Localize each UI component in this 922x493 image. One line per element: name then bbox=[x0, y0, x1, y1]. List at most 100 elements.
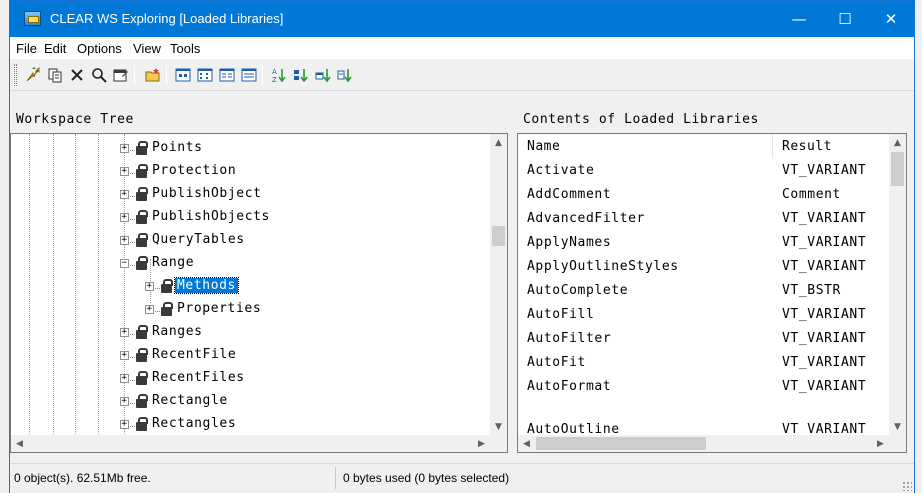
tree-expander[interactable]: + bbox=[120, 351, 129, 360]
list-item[interactable]: AutoFill VT_VARIANT bbox=[518, 303, 890, 327]
sort-az-icon[interactable]: AZ bbox=[270, 66, 288, 84]
scroll-down-arrow-icon[interactable]: ▼ bbox=[889, 418, 906, 435]
contents-list[interactable]: Name Result Activate VT_VARIANT AddComme… bbox=[517, 133, 907, 453]
maximize-button[interactable]: ☐ bbox=[822, 1, 868, 37]
item-name: AutoFormat bbox=[527, 379, 612, 394]
delete-icon[interactable] bbox=[68, 66, 86, 84]
list-item[interactable]: AutoFit VT_VARIANT bbox=[518, 351, 890, 375]
tree-item-points[interactable]: + Points bbox=[11, 138, 481, 160]
library-node-icon bbox=[155, 302, 173, 316]
tree-expander[interactable]: + bbox=[120, 144, 129, 153]
resize-grip-icon[interactable] bbox=[902, 481, 912, 491]
tree-item-methods[interactable]: + Methods bbox=[11, 276, 481, 298]
tree-expander[interactable]: − bbox=[120, 259, 129, 268]
tree-horizontal-scrollbar[interactable]: ◀ ▶ bbox=[11, 435, 507, 452]
scroll-thumb[interactable] bbox=[536, 437, 706, 450]
svg-text:A: A bbox=[272, 68, 277, 76]
tree-item-label: Rectangle bbox=[152, 393, 228, 408]
tree-item-label: Properties bbox=[177, 301, 262, 316]
menu-options[interactable]: Options bbox=[77, 41, 122, 56]
minimize-button[interactable]: — bbox=[776, 1, 822, 37]
tree-expander[interactable]: + bbox=[145, 305, 154, 314]
menu-edit[interactable]: Edit bbox=[44, 41, 66, 56]
tree-item-recentfiles[interactable]: + RecentFiles bbox=[11, 368, 481, 390]
list-item[interactable]: ApplyNames VT_VARIANT bbox=[518, 231, 890, 255]
item-name: AdvancedFilter bbox=[527, 211, 645, 226]
tree-expander[interactable]: + bbox=[120, 397, 129, 406]
status-objects: 0 object(s). 62.51Mb free. bbox=[14, 471, 151, 485]
scroll-down-arrow-icon[interactable]: ▼ bbox=[490, 418, 507, 435]
list-item[interactable]: AdvancedFilter VT_VARIANT bbox=[518, 207, 890, 231]
scroll-left-arrow-icon[interactable]: ◀ bbox=[11, 435, 28, 452]
list-item[interactable]: AutoFormat VT_VARIANT bbox=[518, 375, 890, 399]
menu-tools[interactable]: Tools bbox=[170, 41, 200, 56]
list-item[interactable]: ApplyOutlineStyles VT_VARIANT bbox=[518, 255, 890, 279]
large-icons-view-icon[interactable] bbox=[174, 66, 192, 84]
tree-item-properties[interactable]: + Properties bbox=[11, 299, 481, 321]
svg-text:Z: Z bbox=[272, 76, 277, 83]
scroll-left-arrow-icon[interactable]: ◀ bbox=[518, 435, 535, 452]
tree-item-rectangles[interactable]: + Rectangles bbox=[11, 414, 481, 436]
column-header-result[interactable]: Result bbox=[773, 134, 890, 158]
tree-expander[interactable]: + bbox=[145, 282, 154, 291]
item-name: AutoOutline bbox=[527, 422, 620, 435]
toolbar-grip[interactable] bbox=[14, 64, 17, 86]
scroll-right-arrow-icon[interactable]: ▶ bbox=[872, 435, 889, 452]
tree-expander[interactable]: + bbox=[120, 328, 129, 337]
tree-item-querytables[interactable]: + QueryTables bbox=[11, 230, 481, 252]
list-view-icon[interactable] bbox=[218, 66, 236, 84]
up-folder-icon[interactable] bbox=[24, 66, 42, 84]
properties-icon[interactable] bbox=[112, 66, 130, 84]
status-separator bbox=[335, 467, 336, 489]
tree-expander[interactable]: + bbox=[120, 236, 129, 245]
sort-type-icon[interactable] bbox=[292, 66, 310, 84]
sort-size-icon[interactable] bbox=[314, 66, 332, 84]
toolbar-separator bbox=[134, 65, 135, 85]
list-item[interactable]: AutoOutline VT_VARIANT bbox=[518, 399, 890, 435]
tree-item-recentfile[interactable]: + RecentFile bbox=[11, 345, 481, 367]
title-bar[interactable]: CLEAR WS Exploring [Loaded Libraries] — … bbox=[10, 1, 914, 37]
details-view-icon[interactable] bbox=[240, 66, 258, 84]
item-result: Comment bbox=[782, 187, 841, 202]
tree-expander[interactable]: + bbox=[120, 190, 129, 199]
toolbar-separator bbox=[262, 65, 263, 85]
tree-expander[interactable]: + bbox=[120, 213, 129, 222]
library-node-icon bbox=[130, 325, 148, 339]
column-header-name[interactable]: Name bbox=[518, 134, 773, 158]
contents-vertical-scrollbar[interactable]: ▲ ▼ bbox=[889, 134, 906, 435]
small-icons-view-icon[interactable] bbox=[196, 66, 214, 84]
tree-item-rectangle[interactable]: + Rectangle bbox=[11, 391, 481, 413]
contents-horizontal-scrollbar[interactable]: ◀ ▶ bbox=[518, 435, 906, 452]
tree-expander[interactable]: + bbox=[120, 374, 129, 383]
scroll-thumb[interactable] bbox=[891, 152, 904, 186]
find-icon[interactable] bbox=[90, 66, 108, 84]
tree-item-label: Protection bbox=[152, 163, 237, 178]
scroll-right-arrow-icon[interactable]: ▶ bbox=[473, 435, 490, 452]
workspace-tree[interactable]: + Points + Protection + PublishObject + … bbox=[10, 133, 508, 453]
tree-vertical-scrollbar[interactable]: ▲ ▼ bbox=[490, 134, 507, 435]
tree-item-range[interactable]: − Range bbox=[11, 253, 481, 275]
sort-date-icon[interactable] bbox=[336, 66, 354, 84]
list-item[interactable]: AddComment Comment bbox=[518, 183, 890, 207]
tree-item-publishobject[interactable]: + PublishObject bbox=[11, 184, 481, 206]
menu-view[interactable]: View bbox=[133, 41, 161, 56]
new-folder-icon[interactable] bbox=[144, 66, 162, 84]
list-item[interactable]: Activate VT_VARIANT bbox=[518, 159, 890, 183]
library-node-icon bbox=[130, 164, 148, 178]
tree-item-protection[interactable]: + Protection bbox=[11, 161, 481, 183]
tree-expander[interactable]: + bbox=[120, 420, 129, 429]
scroll-thumb[interactable] bbox=[492, 226, 505, 246]
tree-item-ranges[interactable]: + Ranges bbox=[11, 322, 481, 344]
app-icon bbox=[24, 11, 41, 26]
scroll-up-arrow-icon[interactable]: ▲ bbox=[490, 134, 507, 151]
main-window: CLEAR WS Exploring [Loaded Libraries] — … bbox=[9, 0, 915, 493]
library-node-icon bbox=[130, 141, 148, 155]
tree-item-publishobjects[interactable]: + PublishObjects bbox=[11, 207, 481, 229]
list-item[interactable]: AutoFilter VT_VARIANT bbox=[518, 327, 890, 351]
menu-file[interactable]: File bbox=[16, 41, 37, 56]
list-item[interactable]: AutoComplete VT_BSTR bbox=[518, 279, 890, 303]
scroll-up-arrow-icon[interactable]: ▲ bbox=[889, 134, 906, 151]
copy-icon[interactable] bbox=[46, 66, 64, 84]
close-button[interactable]: ✕ bbox=[868, 1, 914, 37]
tree-expander[interactable]: + bbox=[120, 167, 129, 176]
